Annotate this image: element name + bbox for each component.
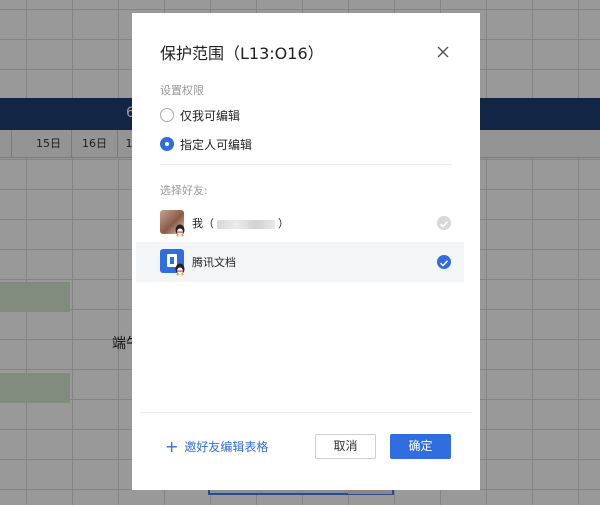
permission-section-label: 设置权限	[160, 84, 204, 97]
friend-name: 腾讯文档	[192, 254, 236, 270]
friend-name-prefix: 腾讯文档	[192, 256, 236, 269]
radio-button-selected[interactable]	[160, 137, 174, 151]
section-divider	[160, 164, 452, 165]
radio-label: 仅我可编辑	[180, 108, 241, 123]
close-icon	[437, 46, 449, 58]
plus-icon: +	[165, 436, 179, 456]
friend-name-prefix: 我（	[192, 217, 214, 230]
friend-item-me[interactable]: 我（ ）	[136, 203, 464, 243]
radio-button[interactable]	[160, 108, 174, 122]
friend-name-suffix: ）	[278, 217, 289, 230]
footer-divider	[140, 412, 472, 413]
protect-range-dialog: 保护范围（L13:O16） 设置权限 仅我可编辑 指定人可编辑 选择好友: 我（…	[132, 13, 480, 490]
check-icon-checked[interactable]	[437, 255, 451, 269]
qq-penguin-icon	[175, 263, 185, 276]
friends-section-label: 选择好友:	[160, 184, 208, 197]
check-icon-unchecked[interactable]	[437, 216, 451, 230]
qq-penguin-icon	[175, 224, 185, 237]
invite-friends-link[interactable]: + 邀好友编辑表格	[165, 438, 268, 455]
dialog-title: 保护范围（L13:O16）	[160, 44, 324, 63]
radio-only-me[interactable]: 仅我可编辑	[160, 106, 240, 124]
confirm-button[interactable]: 确定	[390, 434, 451, 459]
radio-label: 指定人可编辑	[180, 137, 253, 152]
invite-label: 邀好友编辑表格	[184, 440, 269, 454]
radio-specified-people[interactable]: 指定人可编辑	[160, 135, 252, 153]
close-button[interactable]	[433, 42, 453, 62]
friend-name: 我（ ）	[192, 215, 289, 231]
cancel-button[interactable]: 取消	[315, 434, 376, 459]
redacted-name-blur	[217, 219, 275, 229]
friend-item-tencent-docs[interactable]: 腾讯文档	[136, 242, 464, 282]
